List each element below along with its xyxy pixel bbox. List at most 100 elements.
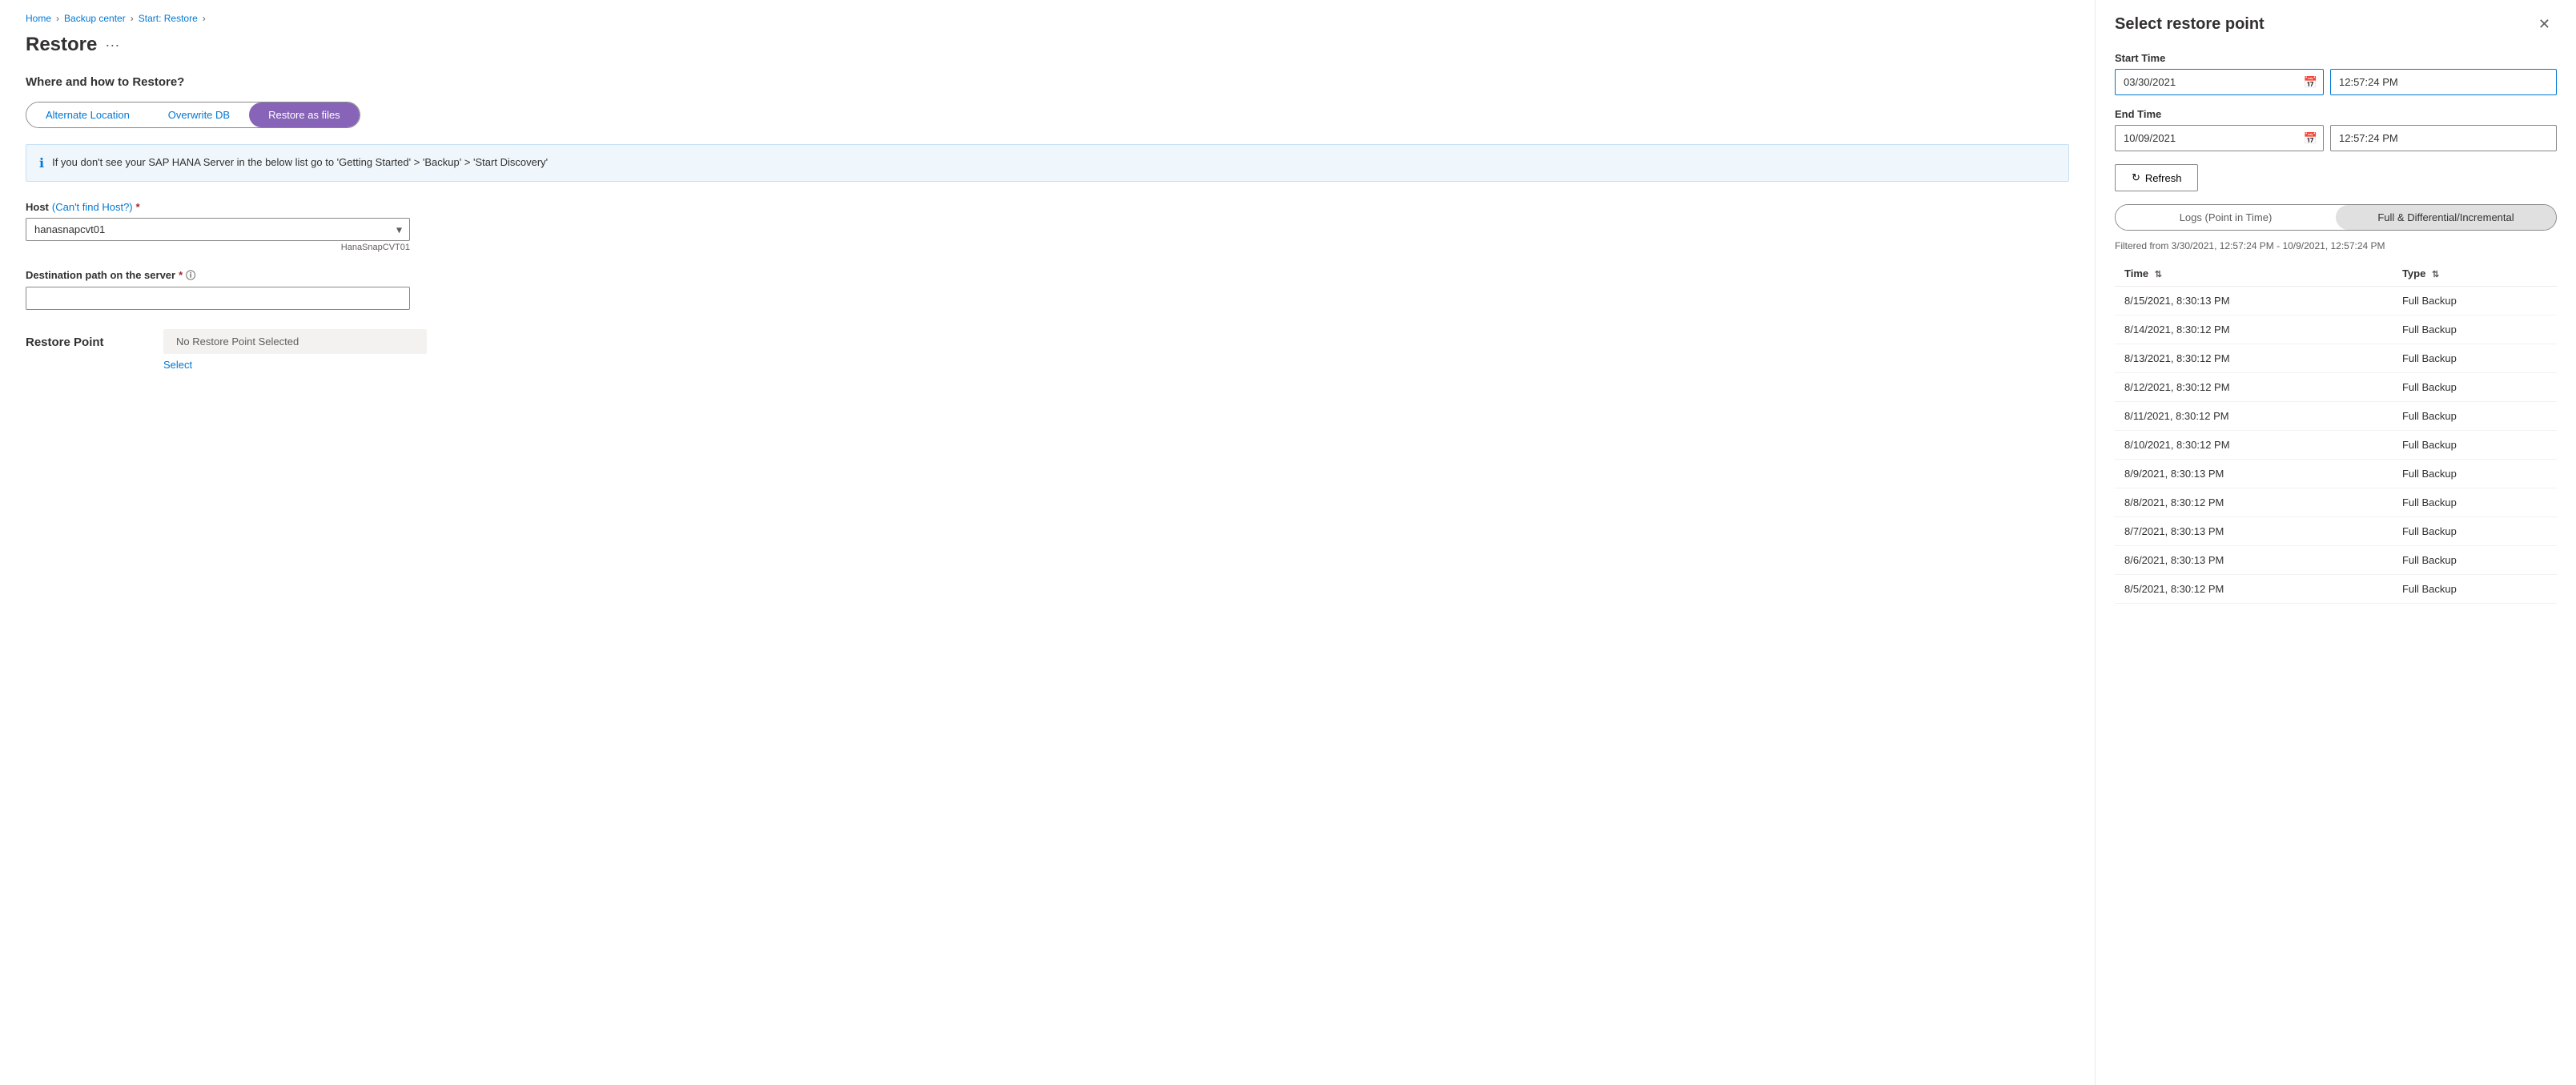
row-time: 8/10/2021, 8:30:12 PM [2115,431,2393,460]
start-time-group: Start Time 📅 [2115,52,2557,95]
row-type: Full Backup [2393,575,2557,604]
table-row[interactable]: 8/13/2021, 8:30:12 PM Full Backup [2115,344,2557,373]
tab-alternate-location[interactable]: Alternate Location [26,102,149,127]
info-banner-text: If you don't see your SAP HANA Server in… [52,155,548,171]
row-time: 8/5/2021, 8:30:12 PM [2115,575,2393,604]
page-title: Restore [26,34,97,56]
tab-overwrite-db[interactable]: Overwrite DB [149,102,249,127]
end-time-label: End Time [2115,108,2557,120]
row-type: Full Backup [2393,546,2557,575]
row-time: 8/14/2021, 8:30:12 PM [2115,315,2393,344]
restore-tab-group: Alternate Location Overwrite DB Restore … [26,102,360,128]
table-row[interactable]: 8/11/2021, 8:30:12 PM Full Backup [2115,402,2557,431]
row-type: Full Backup [2393,460,2557,488]
row-time: 8/13/2021, 8:30:12 PM [2115,344,2393,373]
breadcrumb-sep-2: › [131,13,134,24]
breadcrumb-sep-1: › [56,13,59,24]
table-row[interactable]: 8/12/2021, 8:30:12 PM Full Backup [2115,373,2557,402]
select-restore-point-link[interactable]: Select [163,359,427,371]
refresh-btn-wrapper: ↻ Refresh [2115,164,2557,204]
breadcrumb-backup-center[interactable]: Backup center [64,13,126,24]
row-type: Full Backup [2393,517,2557,546]
filter-info: Filtered from 3/30/2021, 12:57:24 PM - 1… [2115,240,2557,251]
destination-label: Destination path on the server * ⓘ [26,268,2069,282]
host-select-wrapper: hanasnapcvt01 ▾ [26,218,410,241]
end-time-input[interactable] [2330,125,2557,151]
table-row[interactable]: 8/5/2021, 8:30:12 PM Full Backup [2115,575,2557,604]
host-field-group: Host (Can't find Host?) * hanasnapcvt01 … [26,201,2069,252]
close-panel-button[interactable]: ✕ [2532,13,2557,36]
section-heading: Where and how to Restore? [26,75,2069,89]
breadcrumb: Home › Backup center › Start: Restore › [26,13,2069,24]
right-panel: Select restore point ✕ Start Time 📅 End … [2096,0,2576,1085]
panel-header: Select restore point ✕ [2115,13,2557,36]
end-time-row: 📅 [2115,125,2557,151]
breadcrumb-home[interactable]: Home [26,13,51,24]
info-icon: ℹ [39,155,44,171]
refresh-label: Refresh [2145,172,2182,184]
host-hint: HanaSnapCVT01 [26,243,410,252]
panel-title: Select restore point [2115,15,2265,34]
start-time-row: 📅 [2115,69,2557,95]
tab-restore-as-files[interactable]: Restore as files [249,102,360,127]
row-type: Full Backup [2393,402,2557,431]
restore-point-section: Restore Point No Restore Point Selected … [26,329,2069,371]
table-row[interactable]: 8/6/2021, 8:30:13 PM Full Backup [2115,546,2557,575]
table-row[interactable]: 8/14/2021, 8:30:12 PM Full Backup [2115,315,2557,344]
restore-table-body: 8/15/2021, 8:30:13 PM Full Backup 8/14/2… [2115,287,2557,604]
col-header-time[interactable]: Time ⇅ [2115,261,2393,287]
info-banner: ℹ If you don't see your SAP HANA Server … [26,144,2069,182]
row-time: 8/11/2021, 8:30:12 PM [2115,402,2393,431]
time-sort-icon: ⇅ [2155,269,2162,279]
more-options-button[interactable]: ··· [105,37,119,54]
end-date-wrapper: 📅 [2115,125,2324,151]
row-type: Full Backup [2393,287,2557,315]
start-date-wrapper: 📅 [2115,69,2324,95]
row-type: Full Backup [2393,344,2557,373]
cant-find-host-link[interactable]: (Can't find Host?) [52,201,133,213]
table-header-row: Time ⇅ Type ⇅ [2115,261,2557,287]
type-sort-icon: ⇅ [2432,269,2439,279]
destination-info-icon[interactable]: ⓘ [186,268,195,282]
table-row[interactable]: 8/8/2021, 8:30:12 PM Full Backup [2115,488,2557,517]
host-select[interactable]: hanasnapcvt01 [26,218,410,241]
left-panel: Home › Backup center › Start: Restore › … [0,0,2096,1085]
start-time-label: Start Time [2115,52,2557,64]
col-header-type[interactable]: Type ⇅ [2393,261,2557,287]
destination-input[interactable] [26,287,410,310]
breadcrumb-start-restore: Start: Restore [139,13,198,24]
table-row[interactable]: 8/9/2021, 8:30:13 PM Full Backup [2115,460,2557,488]
toggle-logs[interactable]: Logs (Point in Time) [2116,205,2336,230]
start-time-input[interactable] [2330,69,2557,95]
no-restore-point-text: No Restore Point Selected [163,329,427,354]
row-time: 8/7/2021, 8:30:13 PM [2115,517,2393,546]
host-label: Host (Can't find Host?) * [26,201,2069,213]
row-type: Full Backup [2393,315,2557,344]
host-label-text: Host [26,201,49,213]
row-time: 8/8/2021, 8:30:12 PM [2115,488,2393,517]
destination-label-text: Destination path on the server [26,269,175,281]
row-time: 8/12/2021, 8:30:12 PM [2115,373,2393,402]
table-row[interactable]: 8/15/2021, 8:30:13 PM Full Backup [2115,287,2557,315]
view-toggle-group: Logs (Point in Time) Full & Differential… [2115,204,2557,231]
end-time-group: End Time 📅 [2115,108,2557,151]
destination-field-group: Destination path on the server * ⓘ [26,268,2069,310]
restore-point-label: Restore Point [26,336,138,349]
table-row[interactable]: 8/10/2021, 8:30:12 PM Full Backup [2115,431,2557,460]
page-title-row: Restore ··· [26,34,2069,56]
restore-points-table: Time ⇅ Type ⇅ 8/15/2021, 8:30:13 PM Full… [2115,261,2557,604]
start-date-input[interactable] [2115,69,2324,95]
host-required-star: * [136,201,140,213]
table-row[interactable]: 8/7/2021, 8:30:13 PM Full Backup [2115,517,2557,546]
end-date-input[interactable] [2115,125,2324,151]
refresh-icon: ↻ [2132,171,2140,184]
row-time: 8/15/2021, 8:30:13 PM [2115,287,2393,315]
row-time: 8/6/2021, 8:30:13 PM [2115,546,2393,575]
row-type: Full Backup [2393,373,2557,402]
refresh-button[interactable]: ↻ Refresh [2115,164,2198,191]
breadcrumb-sep-3: › [203,13,206,24]
toggle-full-differential[interactable]: Full & Differential/Incremental [2336,205,2556,230]
destination-required-star: * [179,269,183,281]
row-type: Full Backup [2393,431,2557,460]
row-time: 8/9/2021, 8:30:13 PM [2115,460,2393,488]
